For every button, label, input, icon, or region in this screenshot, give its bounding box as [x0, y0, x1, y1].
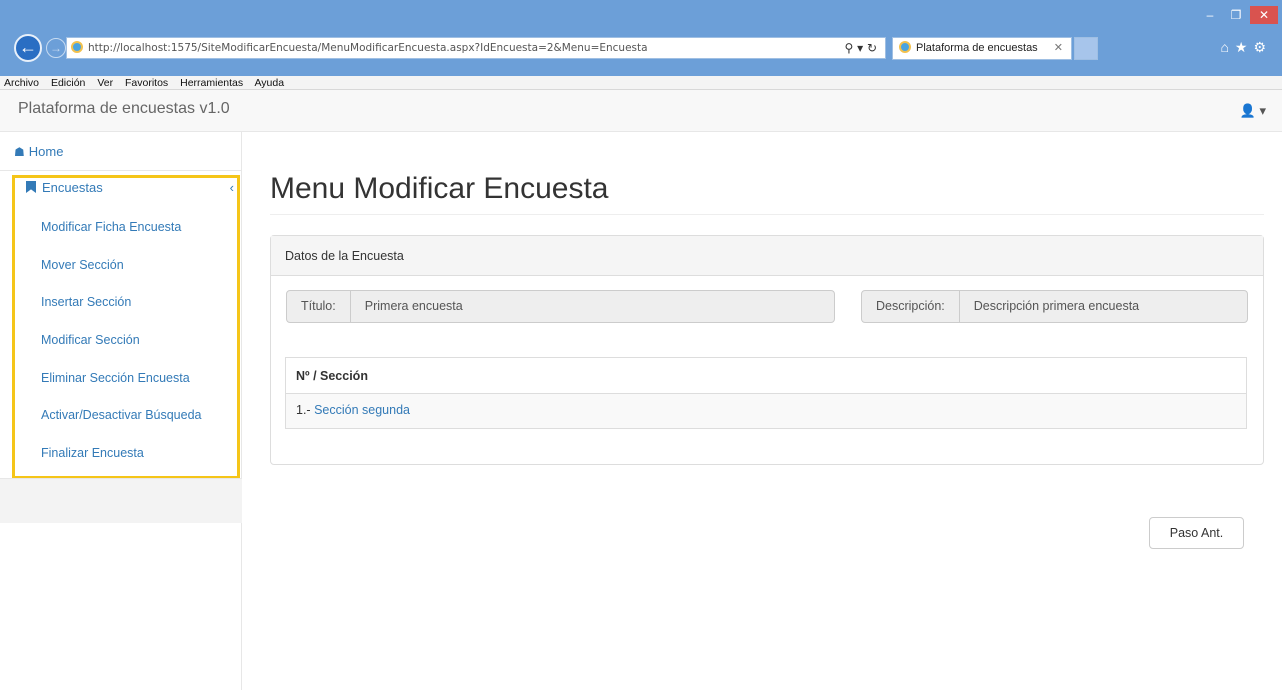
descripcion-field: Descripción: Descripción primera encuest…: [861, 290, 1248, 323]
sidebar-item-activar-busqueda[interactable]: Activar/Desactivar Búsqueda: [41, 408, 202, 422]
page-title: Menu Modificar Encuesta: [270, 172, 609, 205]
forward-button[interactable]: →: [46, 38, 66, 58]
table-header: Nº / Sección: [286, 358, 1246, 394]
window-controls: – ❐ ✕: [1198, 6, 1278, 24]
ie-icon: [899, 41, 911, 53]
titulo-field: Título: Primera encuesta: [286, 290, 835, 323]
sidebar-item-mover-seccion[interactable]: Mover Sección: [41, 258, 124, 272]
sidebar-item-insertar-seccion[interactable]: Insertar Sección: [41, 295, 131, 309]
menu-ver[interactable]: Ver: [97, 77, 113, 89]
sidebar-home-label: Home: [28, 144, 64, 159]
menu-herramientas[interactable]: Herramientas: [180, 77, 243, 89]
browser-nav-row: ← → http://localhost:1575/SiteModificarE…: [0, 34, 1282, 62]
brand[interactable]: Plataforma de encuestas v1.0: [18, 100, 230, 118]
app-navbar: Plataforma de encuestas v1.0 👤 ▾: [0, 90, 1282, 132]
sidebar-divider: [0, 170, 242, 171]
section-link[interactable]: Sección segunda: [314, 403, 410, 417]
caret-down-icon: ▾: [1259, 103, 1266, 118]
chevron-left-icon: ‹: [229, 180, 234, 195]
minimize-icon[interactable]: –: [1198, 6, 1222, 24]
descripcion-label: Descripción:: [862, 291, 960, 322]
sidebar-section-label: Encuestas: [42, 180, 103, 195]
sidebar-item-eliminar-seccion[interactable]: Eliminar Sección Encuesta: [41, 371, 190, 385]
search-refresh-icons[interactable]: ⚲ ▾ ↻: [845, 38, 878, 58]
panel-heading: Datos de la Encuesta: [271, 236, 1263, 276]
new-tab-button[interactable]: [1074, 37, 1098, 60]
browser-titlebar: – ❐ ✕ ← → http://localhost:1575/SiteModi…: [0, 0, 1282, 76]
sidebar: ☗ Home Encuestas ‹ Modificar Ficha Encues…: [0, 132, 242, 690]
browser-tab[interactable]: Plataforma de encuestas ✕: [892, 37, 1072, 60]
menu-edicion[interactable]: Edición: [51, 77, 85, 89]
maximize-icon[interactable]: ❐: [1224, 6, 1248, 24]
toolbar-icons[interactable]: ⌂★⚙: [1220, 39, 1272, 56]
sidebar-item-encuestas[interactable]: Encuestas ‹: [26, 180, 234, 195]
previous-step-button[interactable]: Paso Ant.: [1149, 517, 1244, 549]
tab-title: Plataforma de encuestas: [916, 42, 1038, 54]
close-icon[interactable]: ✕: [1250, 6, 1278, 24]
sidebar-item-home[interactable]: ☗ Home: [14, 144, 63, 159]
menu-favoritos[interactable]: Favoritos: [125, 77, 168, 89]
address-url: http://localhost:1575/SiteModificarEncue…: [88, 42, 648, 54]
sidebar-item-modificar-ficha[interactable]: Modificar Ficha Encuesta: [41, 220, 181, 234]
home-icon: ☗: [14, 145, 25, 159]
survey-data-panel: Datos de la Encuesta: [270, 235, 1264, 465]
tab-close-icon[interactable]: ✕: [1054, 38, 1063, 59]
sidebar-footer: [0, 478, 242, 523]
user-menu[interactable]: 👤 ▾: [1240, 103, 1266, 119]
menu-ayuda[interactable]: Ayuda: [254, 77, 284, 89]
sections-table: Nº / Sección 1.- Sección segunda: [285, 357, 1247, 429]
title-divider: [270, 214, 1264, 215]
row-number: 1.-: [296, 403, 315, 417]
bookmark-icon: [26, 181, 36, 193]
ie-icon: [71, 41, 83, 53]
user-icon: 👤: [1239, 103, 1256, 118]
browser-menubar: Archivo Edición Ver Favoritos Herramient…: [0, 76, 1282, 90]
back-button[interactable]: ←: [14, 34, 42, 62]
address-bar[interactable]: http://localhost:1575/SiteModificarEncue…: [66, 37, 886, 59]
table-row: 1.- Sección segunda: [286, 394, 1246, 428]
titulo-label: Título:: [287, 291, 351, 322]
sidebar-item-modificar-seccion[interactable]: Modificar Sección: [41, 333, 140, 347]
sidebar-item-finalizar-encuesta[interactable]: Finalizar Encuesta: [41, 446, 144, 460]
titulo-value: Primera encuesta: [364, 299, 463, 313]
descripcion-value: Descripción primera encuesta: [973, 299, 1140, 313]
menu-archivo[interactable]: Archivo: [4, 77, 39, 89]
